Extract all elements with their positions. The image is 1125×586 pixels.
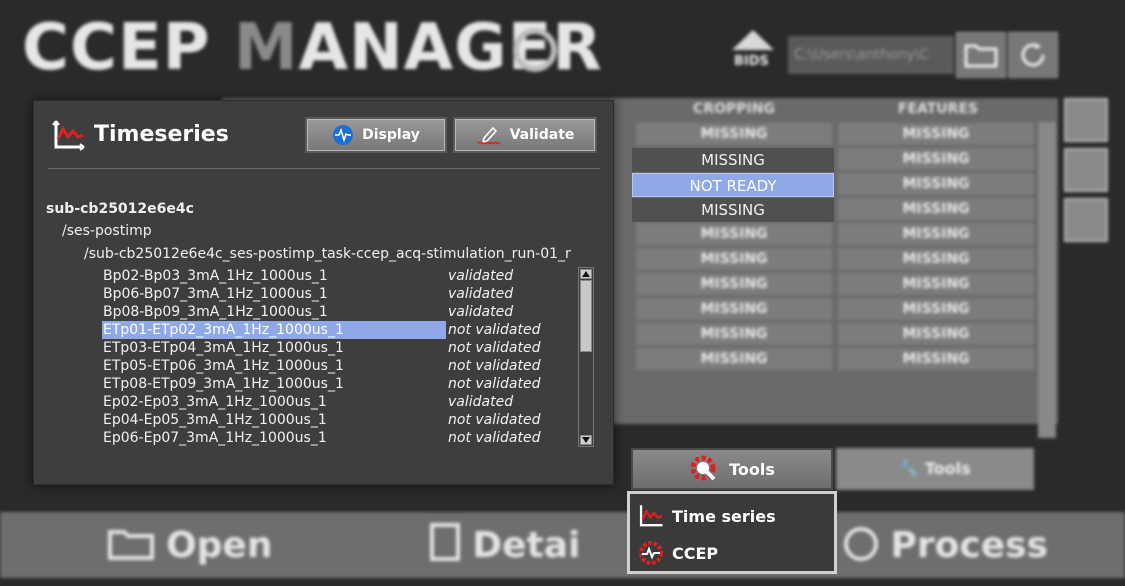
panel-title: Timeseries — [94, 122, 229, 147]
refresh-icon — [1021, 43, 1045, 67]
grid-view-icon[interactable] — [1064, 98, 1108, 142]
cropping-cell[interactable]: MISSING — [636, 323, 832, 345]
separator — [48, 168, 600, 169]
menu-item-ccep[interactable]: CCEP — [638, 537, 828, 569]
validation-status: not validated — [448, 322, 541, 338]
scroll-thumb[interactable] — [580, 280, 592, 352]
file-name: ETp03-ETp04_3mA_1Hz_1000us_1 — [103, 340, 344, 356]
display-button[interactable]: Display — [305, 117, 447, 153]
features-tools-button[interactable]: 🔧 Tools — [836, 448, 1034, 490]
tools-menu: Time series CCEP — [627, 491, 837, 574]
timeseries-panel: Timeseries Display Validate sub-cb25012e… — [33, 100, 614, 485]
features-cell[interactable]: MISSING — [838, 323, 1034, 345]
tools-gear-icon — [690, 455, 716, 481]
menu-item-time-series[interactable]: Time series — [638, 500, 828, 532]
grid-view-icon[interactable] — [1064, 198, 1108, 242]
validation-status: not validated — [448, 430, 541, 446]
file-name: Bp08-Bp09_3mA_1Hz_1000us_1 — [103, 304, 328, 320]
features-cell[interactable]: MISSING — [838, 348, 1034, 370]
circle-icon — [843, 527, 878, 561]
scroll-up-arrow[interactable] — [580, 269, 592, 279]
file-row[interactable]: Bp06-Bp07_3mA_1Hz_1000us_1 validated — [102, 285, 578, 303]
file-row[interactable]: ETp08-ETp09_3mA_1Hz_1000us_1 not validate… — [102, 375, 578, 393]
folder-icon — [107, 530, 154, 560]
ccep-icon — [639, 541, 663, 565]
validation-status: not validated — [448, 376, 541, 392]
timeseries-icon — [52, 120, 85, 151]
file-name: Bp06-Bp07_3mA_1Hz_1000us_1 — [103, 286, 328, 302]
col-header-cropping: CROPPING — [693, 101, 775, 117]
file-row[interactable]: Ep02-Ep03_3mA_1Hz_1000us_1 validated — [102, 393, 578, 411]
validation-status: validated — [448, 286, 514, 302]
scroll-down-arrow[interactable] — [580, 435, 592, 445]
run-node[interactable]: /sub-cb25012e6e4c_ses-postimp_task-ccep_… — [84, 246, 578, 262]
timeseries-icon — [639, 505, 663, 527]
refresh-button[interactable] — [1008, 32, 1058, 78]
cropping-cell[interactable]: MISSING — [636, 273, 832, 295]
path-field[interactable]: C:\Users\anthony\C — [788, 36, 954, 74]
file-row[interactable]: Ep04-Ep05_3mA_1Hz_1000us_1 not validated — [102, 411, 578, 429]
file-row[interactable]: Bp08-Bp09_3mA_1Hz_1000us_1 validated — [102, 303, 578, 321]
cropping-cell[interactable]: MISSING — [636, 248, 832, 270]
validation-status: validated — [448, 304, 514, 320]
features-cell[interactable]: MISSING — [838, 248, 1034, 270]
features-cell[interactable]: MISSING — [838, 123, 1034, 145]
file-name: ETp08-ETp09_3mA_1Hz_1000us_1 — [103, 376, 344, 392]
file-name: ETp01-ETp02_3mA_1Hz_1000us_1 — [102, 321, 446, 339]
validation-status: not validated — [448, 358, 541, 374]
validation-status: validated — [448, 268, 514, 284]
cropping-cell[interactable]: MISSING — [636, 123, 832, 145]
file-name: Ep02-Ep03_3mA_1Hz_1000us_1 — [103, 394, 327, 410]
wrench-icon: 🔧 — [899, 459, 920, 478]
file-name: Ep06-Ep07_3mA_1Hz_1000us_1 — [103, 430, 327, 446]
table-scrollbar[interactable] — [1038, 122, 1056, 438]
features-cell[interactable]: MISSING — [838, 298, 1034, 320]
file-row[interactable]: ETp01-ETp02_3mA_1Hz_1000us_1 not validate… — [102, 321, 578, 339]
details-button[interactable]: Detai — [380, 516, 630, 576]
cropping-cell-selected[interactable]: NOT READY — [632, 173, 834, 197]
file-row[interactable]: Ep06-Ep07_3mA_1Hz_1000us_1 not validated — [102, 429, 578, 447]
subject-node[interactable]: sub-cb25012e6e4c — [46, 201, 194, 217]
validation-status: not validated — [448, 412, 541, 428]
process-button[interactable]: Process — [826, 516, 1066, 576]
folder-icon — [964, 44, 998, 68]
session-node[interactable]: /ses-postimp — [62, 223, 152, 239]
cropping-cell[interactable]: MISSING — [636, 348, 832, 370]
validation-status: validated — [448, 394, 514, 410]
features-cell[interactable]: MISSING — [838, 148, 1034, 170]
file-row[interactable]: ETp03-ETp04_3mA_1Hz_1000us_1 not validate… — [102, 339, 578, 357]
cropping-cell[interactable]: MISSING — [636, 223, 832, 245]
grid-view-icon[interactable] — [1064, 148, 1108, 192]
features-cell[interactable]: MISSING — [838, 173, 1034, 195]
file-name: Ep04-Ep05_3mA_1Hz_1000us_1 — [103, 412, 327, 428]
validate-button[interactable]: Validate — [453, 117, 597, 153]
cropping-cell[interactable]: MISSING — [632, 148, 834, 172]
pen-icon — [477, 126, 501, 145]
gear-icon — [513, 28, 557, 72]
file-row[interactable]: Bp02-Bp03_3mA_1Hz_1000us_1 validated — [102, 267, 578, 285]
file-list-scrollbar[interactable] — [578, 267, 594, 447]
features-cell[interactable]: MISSING — [838, 223, 1034, 245]
validation-status: not validated — [448, 340, 541, 356]
cropping-tools-button[interactable]: Tools — [631, 448, 833, 490]
file-name: Bp02-Bp03_3mA_1Hz_1000us_1 — [103, 268, 328, 284]
features-cell[interactable]: MISSING — [838, 198, 1034, 220]
cropping-cell[interactable]: MISSING — [636, 298, 832, 320]
bids-icon[interactable]: BIDS — [728, 30, 778, 78]
features-cell[interactable]: MISSING — [838, 273, 1034, 295]
document-icon — [429, 523, 460, 561]
open-folder-button[interactable] — [956, 32, 1006, 78]
brain-icon — [333, 125, 354, 145]
open-button[interactable]: Open — [10, 516, 370, 576]
cropping-cell[interactable]: MISSING — [632, 198, 834, 222]
col-header-features: FEATURES — [897, 101, 979, 117]
file-row[interactable]: ETp05-ETp06_3mA_1Hz_1000us_1 not validate… — [102, 357, 578, 375]
file-name: ETp05-ETp06_3mA_1Hz_1000us_1 — [103, 358, 344, 374]
